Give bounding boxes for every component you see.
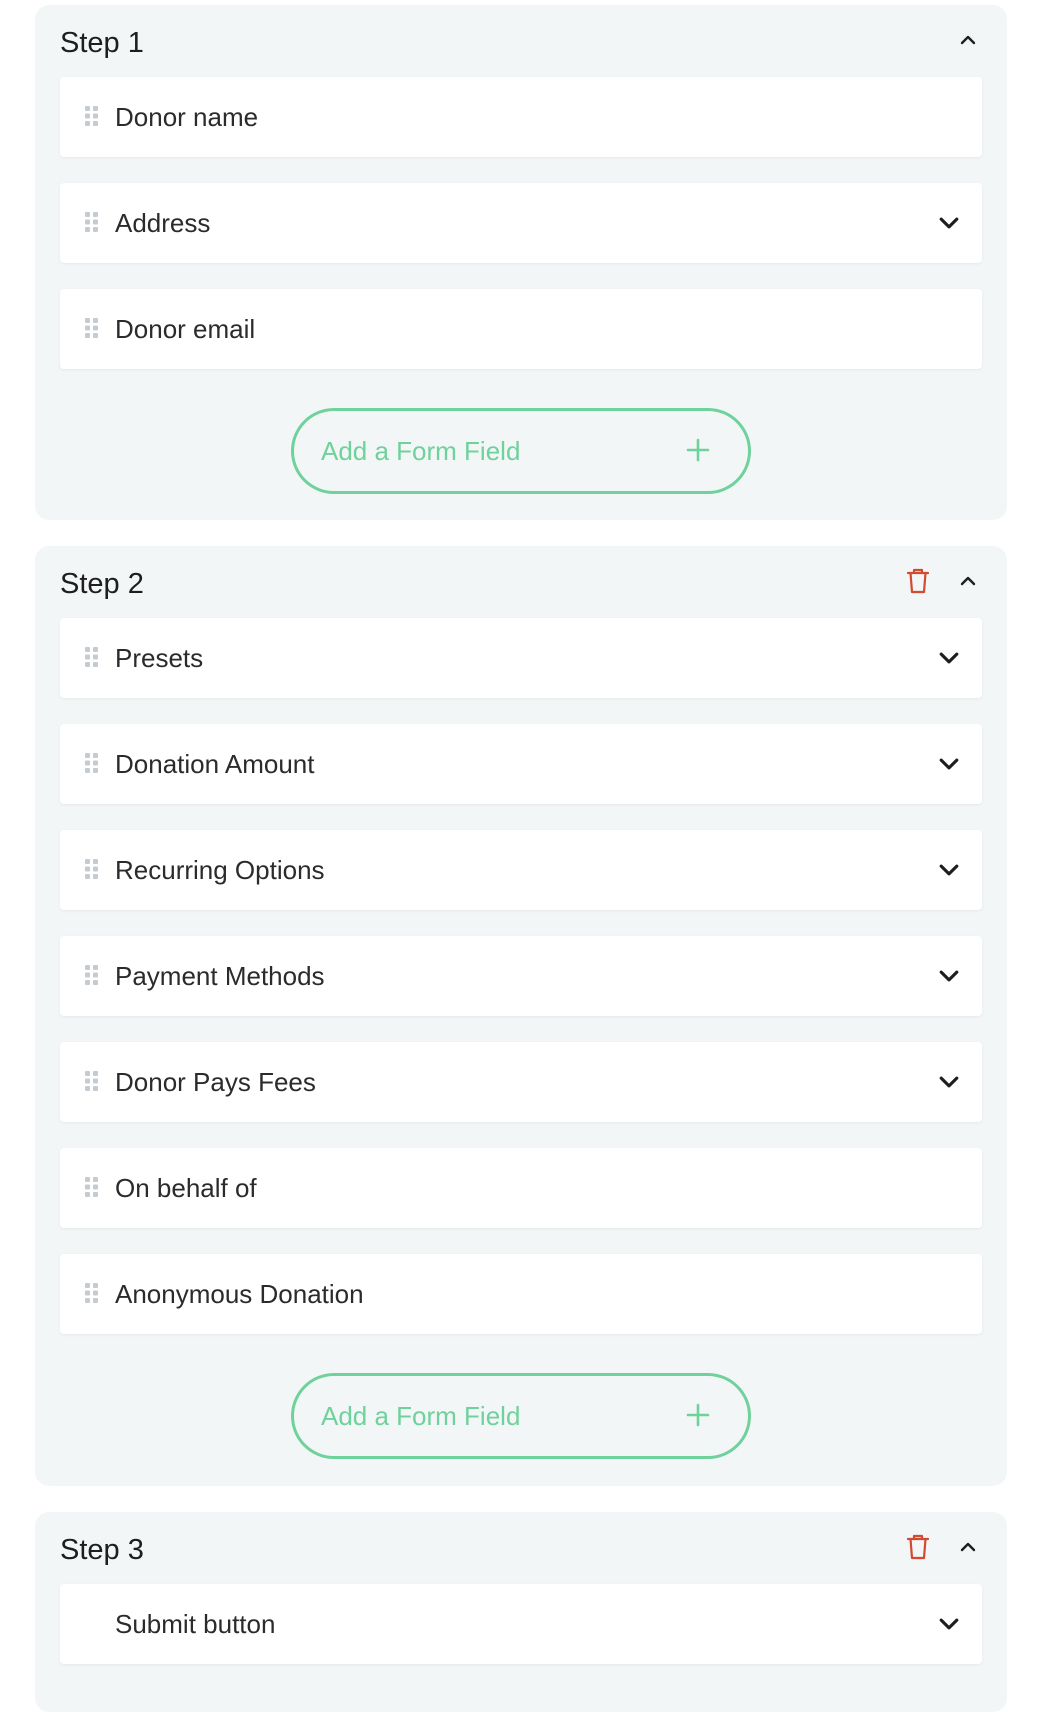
form-field-donor-pays-fees[interactable]: Donor Pays Fees: [60, 1042, 982, 1122]
form-field-payment-methods[interactable]: Payment Methods: [60, 936, 982, 1016]
step-panel-1: Step 1 Donor name Address Donor email Ad…: [35, 5, 1007, 520]
form-field-address[interactable]: Address: [60, 183, 982, 263]
form-field-recurring-options[interactable]: Recurring Options: [60, 830, 982, 910]
form-field-submit-button[interactable]: Submit button: [60, 1584, 982, 1664]
chevron-down-icon[interactable]: [936, 751, 962, 777]
drag-handle-icon[interactable]: [84, 1070, 100, 1092]
step-panel-3: Step 3 Submit button: [35, 1512, 1007, 1712]
trash-icon[interactable]: [903, 566, 933, 596]
plus-icon: [686, 438, 710, 462]
chevron-up-icon[interactable]: [953, 566, 983, 596]
step-title: Step 3: [60, 1534, 144, 1566]
field-label: Payment Methods: [115, 960, 325, 991]
step-panel-2: Step 2 Presets Donation Amount Recurring…: [35, 546, 1007, 1486]
add-form-field-label: Add a Form Field: [321, 436, 521, 466]
field-label: On behalf of: [115, 1172, 257, 1203]
drag-handle-icon[interactable]: [84, 1176, 100, 1198]
form-field-presets[interactable]: Presets: [60, 618, 982, 698]
add-form-field-button[interactable]: Add a Form Field: [291, 408, 751, 494]
chevron-down-icon[interactable]: [936, 1069, 962, 1095]
field-label: Address: [115, 207, 211, 238]
drag-handle-icon[interactable]: [84, 964, 100, 986]
trash-icon[interactable]: [903, 1532, 933, 1562]
step-actions: [953, 25, 983, 55]
field-label: Donor name: [115, 101, 259, 132]
chevron-up-icon[interactable]: [953, 1532, 983, 1562]
step-title: Step 2: [60, 568, 144, 600]
field-label: Recurring Options: [115, 854, 325, 885]
plus-icon: [686, 1403, 710, 1427]
drag-handle-icon[interactable]: [84, 317, 100, 339]
chevron-down-icon[interactable]: [936, 857, 962, 883]
field-label: Donor email: [115, 313, 256, 344]
chevron-down-icon[interactable]: [936, 210, 962, 236]
form-field-anonymous-donation[interactable]: Anonymous Donation: [60, 1254, 982, 1334]
chevron-down-icon[interactable]: [936, 1611, 962, 1637]
field-label: Anonymous Donation: [115, 1278, 364, 1309]
step-actions: [903, 1532, 983, 1562]
form-field-donor-email[interactable]: Donor email: [60, 289, 982, 369]
drag-handle-icon[interactable]: [84, 211, 100, 233]
step-actions: [903, 566, 983, 596]
form-field-donation-amount[interactable]: Donation Amount: [60, 724, 982, 804]
drag-handle-icon[interactable]: [84, 1282, 100, 1304]
add-form-field-button[interactable]: Add a Form Field: [291, 1373, 751, 1459]
field-label: Donor Pays Fees: [115, 1066, 316, 1097]
field-label: Donation Amount: [115, 748, 315, 779]
field-label: Submit button: [115, 1608, 276, 1639]
drag-handle-icon[interactable]: [84, 105, 100, 127]
chevron-up-icon[interactable]: [953, 25, 983, 55]
step-title: Step 1: [60, 27, 144, 59]
drag-handle-icon[interactable]: [84, 752, 100, 774]
form-field-on-behalf-of[interactable]: On behalf of: [60, 1148, 982, 1228]
chevron-down-icon[interactable]: [936, 645, 962, 671]
drag-handle-icon[interactable]: [84, 858, 100, 880]
drag-handle-icon[interactable]: [84, 646, 100, 668]
field-label: Presets: [115, 642, 204, 673]
chevron-down-icon[interactable]: [936, 963, 962, 989]
add-form-field-label: Add a Form Field: [321, 1401, 521, 1431]
form-field-donor-name[interactable]: Donor name: [60, 77, 982, 157]
